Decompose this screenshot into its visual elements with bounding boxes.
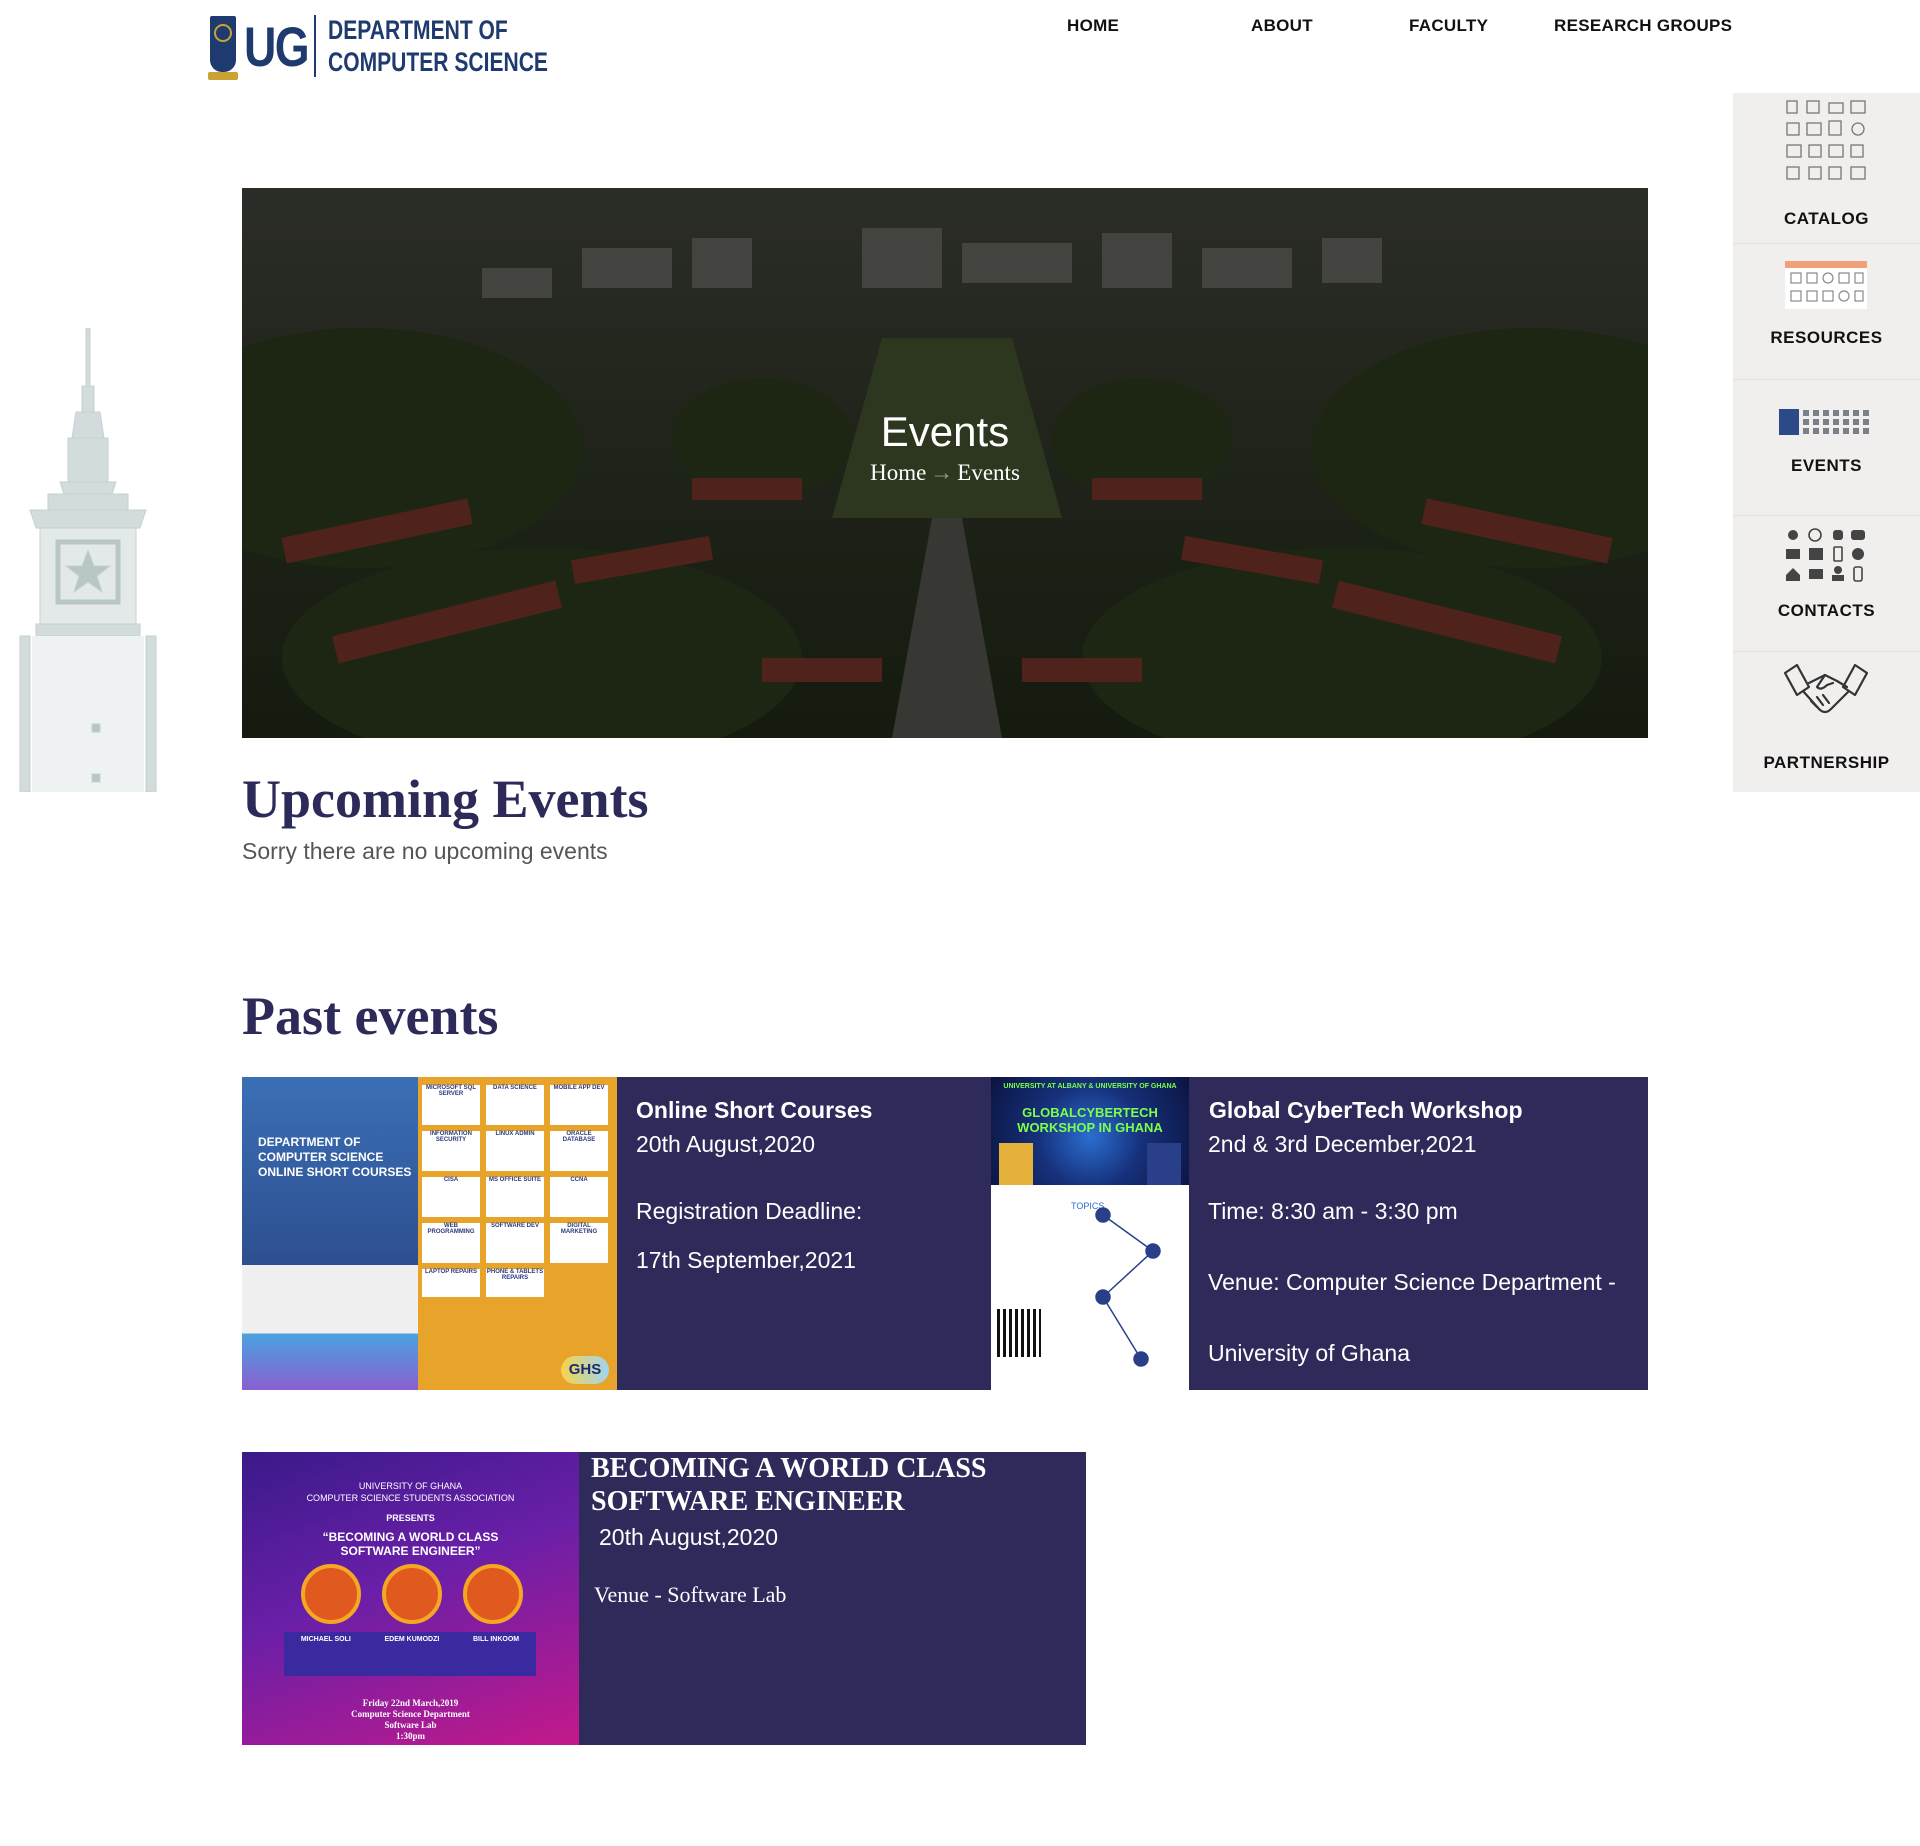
module-tile: WEB PROGRAMMING <box>422 1223 480 1263</box>
no-upcoming-events-text: Sorry there are no upcoming events <box>242 838 608 864</box>
module-tile: LINUX ADMIN <box>486 1131 544 1171</box>
nav-about[interactable]: ABOUT <box>1251 16 1313 36</box>
topics-network-graphic <box>1095 1207 1161 1367</box>
past-events-heading: Past events <box>242 986 499 1046</box>
events-icon <box>1779 409 1869 435</box>
logo-ug: UG <box>244 14 310 78</box>
module-tile: MS OFFICE SUITE <box>486 1177 544 1217</box>
speaker-name: BILL INKOOM <box>472 1636 520 1643</box>
catalog-icon <box>1786 100 1866 180</box>
breadcrumb: Home → Events <box>242 460 1648 486</box>
hero-banner: Events Home → Events <box>242 188 1648 738</box>
event-title[interactable]: Online Short Courses <box>636 1097 872 1124</box>
poster-room: Software Lab <box>384 1720 437 1730</box>
online-short-courses-poster: DEPARTMENT OF COMPUTER SCIENCE ONLINE SH… <box>242 1077 617 1390</box>
event-venue: Venue: Computer Science Department - <box>1208 1269 1616 1295</box>
clock-tower-illustration <box>19 328 157 792</box>
event-time: Time: 8:30 am - 3:30 pm <box>1208 1198 1458 1224</box>
resources-icon <box>1785 261 1867 309</box>
nav-research-groups[interactable]: RESEARCH GROUPS <box>1554 16 1732 36</box>
event-venue-cont: University of Ghana <box>1208 1340 1410 1366</box>
module-tile: DIGITAL MARKETING <box>550 1223 608 1263</box>
breadcrumb-home[interactable]: Home <box>870 460 926 485</box>
module-tile: INFORMATION SECURITY <box>422 1131 480 1171</box>
dept-line-1: DEPARTMENT OF <box>328 15 508 45</box>
dept-line-2: COMPUTER SCIENCE <box>328 47 548 77</box>
poster-cs: COMPUTER SCIENCE <box>258 1150 384 1164</box>
sidebar-label-events: EVENTS <box>1790 456 1863 475</box>
speaker-photo-avatar <box>301 1564 361 1624</box>
poster-dept: DEPARTMENT OF <box>258 1135 361 1149</box>
event-date: 2nd & 3rd December,2021 <box>1208 1131 1477 1157</box>
module-tile: LAPTOP REPAIRS <box>422 1269 480 1297</box>
event-venue: Venue - Software Lab <box>594 1582 787 1607</box>
event-deadline-label: Registration Deadline: <box>636 1198 863 1224</box>
event-date: 20th August,2020 <box>599 1524 779 1550</box>
sidebar-label-resources: RESOURCES <box>1770 328 1883 347</box>
poster-module-grid: MICROSOFT SQL SERVER DATA SCIENCE MOBILE… <box>422 1085 612 1297</box>
breadcrumb-current: Events <box>957 460 1020 485</box>
module-tile: DATA SCIENCE <box>486 1085 544 1125</box>
poster-org-2: COMPUTER SCIENCE STUDENTS ASSOCIATION <box>306 1493 515 1503</box>
sidebar-item-contacts[interactable]: CONTACTS <box>1733 515 1920 652</box>
sidebar-label-contacts: CONTACTS <box>1777 601 1876 620</box>
poster-quote-1: “BECOMING A WORLD CLASS <box>322 1530 499 1544</box>
sidebar-label-catalog: CATALOG <box>1783 209 1870 228</box>
sidebar-item-catalog[interactable]: CATALOG <box>1733 93 1920 244</box>
contacts-icon <box>1786 528 1865 582</box>
module-tile: MOBILE APP DEV <box>550 1085 608 1125</box>
event-deadline-date: 17th September,2021 <box>636 1247 856 1273</box>
poster-price-badge: GHS 50 <box>561 1356 609 1390</box>
event-title[interactable]: BECOMING A WORLD CLASS SOFTWARE ENGINEER <box>591 1452 1061 1518</box>
poster-location: Computer Science Department <box>351 1709 470 1719</box>
event-card-online-short-courses[interactable]: DEPARTMENT OF COMPUTER SCIENCE ONLINE SH… <box>242 1077 991 1390</box>
speaker-name: EDEM KUMODZI <box>384 1636 440 1643</box>
poster-org-1: UNIVERSITY OF GHANA <box>358 1481 463 1491</box>
sidebar-item-resources[interactable]: RESOURCES <box>1733 243 1920 380</box>
event-card-world-class-software-engineer[interactable]: UNIVERSITY OF GHANA COMPUTER SCIENCE STU… <box>242 1452 1086 1745</box>
albany-logo <box>999 1143 1033 1185</box>
poster-date: Friday 22nd March,2019 <box>362 1698 459 1708</box>
module-tile: ORACLE DATABASE <box>550 1131 608 1171</box>
sidebar-item-partnership[interactable]: PARTNERSHIP <box>1733 651 1920 792</box>
speaker-name: MICHAEL SOLI <box>300 1636 351 1643</box>
module-tile: CCNA <box>550 1177 608 1217</box>
quick-links-panel: CATALOG RESOURCES EVENTS CONTACTS PARTNE… <box>1733 93 1920 792</box>
ug-logo <box>1147 1143 1181 1185</box>
poster-title-2: WORKSHOP IN GHANA <box>1017 1120 1163 1135</box>
poster-courses: ONLINE SHORT COURSES <box>258 1165 412 1179</box>
handshake-icon <box>1783 663 1869 714</box>
module-tile: SOFTWARE DEV <box>486 1223 544 1263</box>
module-tile: PHONE & TABLETS REPAIRS <box>486 1269 544 1297</box>
ug-crest-icon <box>208 12 238 80</box>
nav-home[interactable]: HOME <box>1067 16 1119 36</box>
sidebar-item-events[interactable]: EVENTS <box>1733 379 1920 516</box>
logo-dept-name: DEPARTMENT OF COMPUTER SCIENCE <box>328 14 548 78</box>
poster-header: UNIVERSITY AT ALBANY & UNIVERSITY OF GHA… <box>1003 1083 1177 1090</box>
nav-faculty[interactable]: FACULTY <box>1409 16 1488 36</box>
software-engineer-talk-poster: UNIVERSITY OF GHANA COMPUTER SCIENCE STU… <box>242 1452 579 1745</box>
sidebar-label-partnership: PARTNERSHIP <box>1763 753 1890 772</box>
event-card-global-cybertech-workshop[interactable]: UNIVERSITY AT ALBANY & UNIVERSITY OF GHA… <box>991 1077 1648 1390</box>
upcoming-events-heading: Upcoming Events <box>242 769 649 829</box>
hero-title: Events <box>880 408 1010 455</box>
poster-title-1: GLOBALCYBERTECH <box>1022 1105 1158 1120</box>
event-date: 20th August,2020 <box>636 1131 816 1157</box>
breadcrumb-arrow-icon: → <box>930 460 954 485</box>
module-tile: MICROSOFT SQL SERVER <box>422 1085 480 1125</box>
event-title[interactable]: Global CyberTech Workshop <box>1209 1097 1523 1124</box>
poster-quote-2: SOFTWARE ENGINEER” <box>340 1544 481 1558</box>
logo-divider <box>314 15 316 77</box>
poster-time: 1:30pm <box>396 1731 425 1741</box>
speaker-photo-avatar <box>382 1564 442 1624</box>
module-tile: CISA <box>422 1177 480 1217</box>
cybertech-workshop-poster: UNIVERSITY AT ALBANY & UNIVERSITY OF GHA… <box>991 1077 1189 1390</box>
poster-presents: PRESENTS <box>386 1513 435 1523</box>
registration-qr-code <box>997 1309 1041 1357</box>
speaker-photo-avatar <box>463 1564 523 1624</box>
site-logo[interactable]: UG DEPARTMENT OF COMPUTER SCIENCE <box>208 12 610 80</box>
